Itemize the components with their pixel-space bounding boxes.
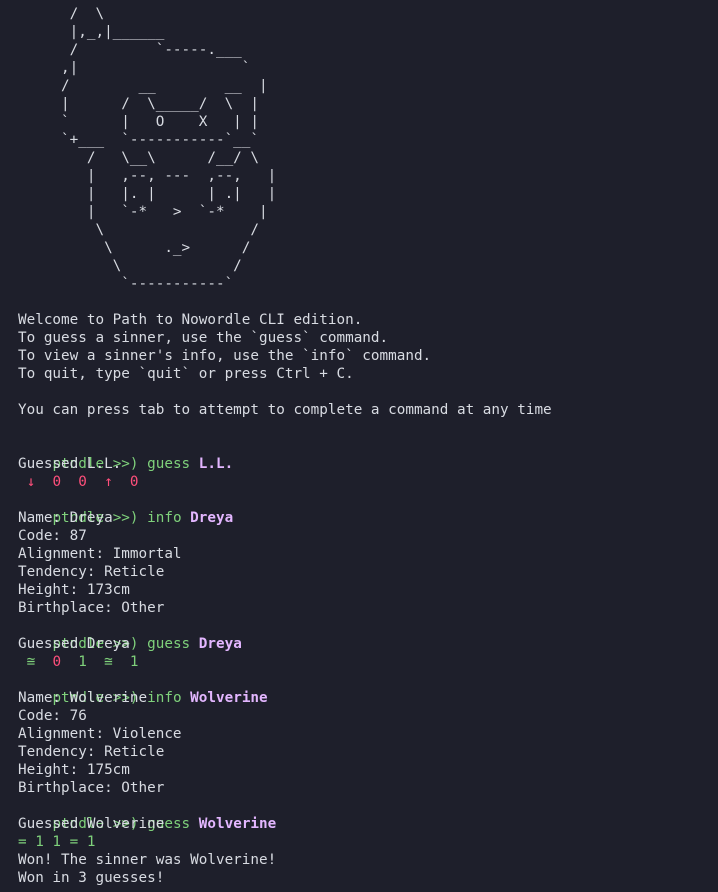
info-height: Height: 173cm [18, 582, 130, 598]
command-name: guess [147, 456, 191, 472]
info-birthplace: Birthplace: Other [18, 780, 165, 796]
command-argument: Wolverine [198, 816, 277, 832]
feedback-mark: ↑ [104, 474, 113, 490]
intro-line: To view a sinner's info, use the `info` … [18, 348, 432, 364]
feedback-mark: ↓ [26, 474, 36, 490]
command-argument: Dreya [198, 636, 242, 652]
win-count: Won in 3 guesses! [18, 870, 165, 886]
intro-line: To quit, type `quit` or press Ctrl + C. [18, 366, 354, 382]
guess-feedback: ≅ 0 1 ≅ 1 [18, 653, 718, 671]
info-tendency: Tendency: Reticle [18, 564, 165, 580]
feedback-mark: ≅ [104, 654, 113, 670]
command-line: ptndle >>) guess L.L. [18, 437, 718, 472]
output-line: Guessed Wolverine [18, 816, 165, 832]
command-line: ptndle >>) info Wolverine [18, 671, 718, 706]
info-name: Name: Wolverine [18, 690, 148, 706]
command-line: ptndle >>) guess Dreya [18, 617, 718, 652]
feedback-mark: ≅ [26, 654, 36, 670]
feedback-mark: 0 [52, 654, 62, 670]
info-tendency: Tendency: Reticle [18, 744, 165, 760]
feedback-mark: 0 [52, 474, 62, 490]
intro-line: To guess a sinner, use the `guess` comma… [18, 330, 389, 346]
output-line: Guessed Dreya [18, 636, 130, 652]
feedback-mark: 0 [78, 474, 87, 490]
info-alignment: Alignment: Violence [18, 726, 182, 742]
feedback-mark: 1 [129, 654, 139, 670]
terminal-window[interactable]: / \ |,_,|______ / `-----.___ ,| ` / __ _… [0, 0, 718, 892]
command-name: info [147, 690, 182, 706]
command-argument: Wolverine [190, 690, 268, 706]
command-line: ptndle >>) guess Wolverine [18, 797, 718, 832]
info-code: Code: 87 [18, 528, 87, 544]
feedback-mark: 0 [129, 474, 139, 490]
command-name: info [147, 510, 182, 526]
feedback-mark: 1 [78, 654, 87, 670]
info-height: Height: 175cm [18, 762, 130, 778]
ascii-art-logo: / \ |,_,|______ / `-----.___ ,| ` / __ _… [61, 6, 277, 292]
win-message: Won! The sinner was Wolverine! [18, 852, 277, 868]
command-name: guess [147, 636, 191, 652]
guess-feedback: ↓ 0 0 ↑ 0 [18, 473, 718, 491]
intro-tip: You can press tab to attempt to complete… [18, 402, 552, 418]
guess-feedback: = 1 1 = 1 [18, 834, 96, 850]
info-alignment: Alignment: Immortal [18, 546, 182, 562]
command-argument: Dreya [190, 510, 234, 526]
command-argument: L.L. [198, 456, 234, 472]
intro-line: Welcome to Path to Nowordle CLI edition. [18, 312, 363, 328]
info-birthplace: Birthplace: Other [18, 600, 165, 616]
info-code: Code: 76 [18, 708, 87, 724]
command-line: ptndle >>) info Dreya [18, 491, 718, 526]
